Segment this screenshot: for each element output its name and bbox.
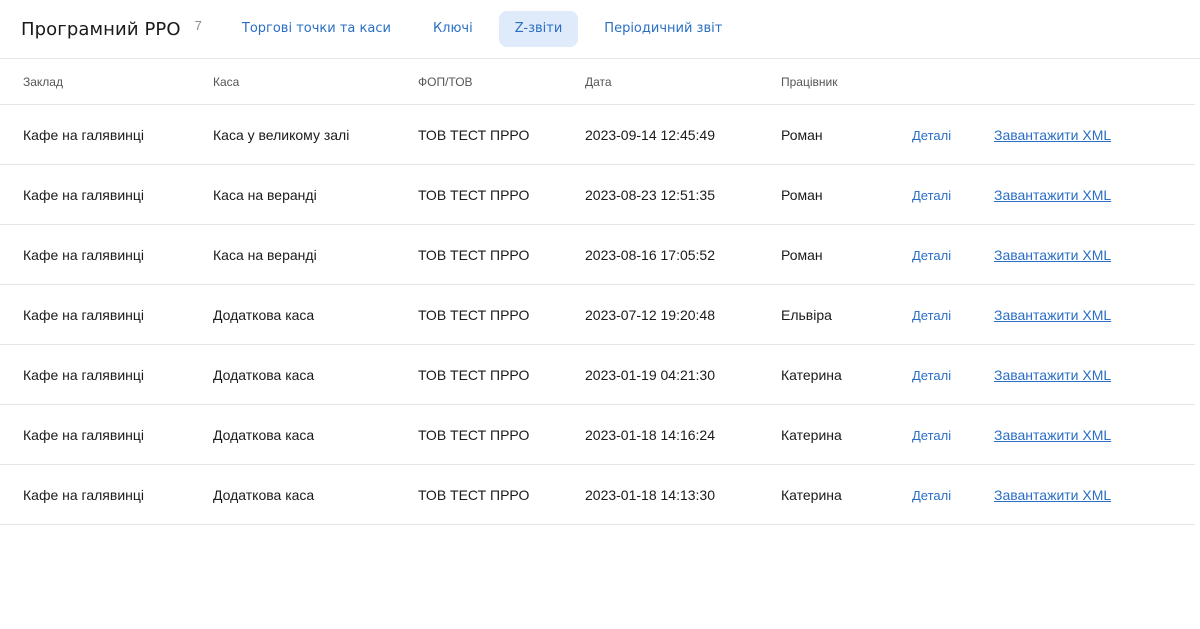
cell-employee: Роман — [781, 164, 912, 225]
reports-count: 7 — [194, 17, 202, 33]
details-link[interactable]: Деталі — [912, 128, 951, 143]
column-header-register: Каса — [213, 59, 418, 105]
cell-venue: Кафе на галявинці — [0, 344, 213, 405]
cell-employee: Ельвіра — [781, 284, 912, 345]
cell-register: Каса на веранді — [213, 224, 418, 285]
column-header-employee: Працівник — [781, 59, 912, 105]
cell-download: Завантажити XML — [994, 404, 1195, 465]
table-row: Кафе на галявинці Додаткова каса ТОВ ТЕСТ … — [0, 284, 1195, 345]
cell-date: 2023-01-18 14:16:24 — [585, 404, 781, 465]
tab-z-reports[interactable]: Z-звіти — [498, 11, 579, 47]
cell-entity: ТОВ ТЕСТ ПРРО — [418, 284, 585, 345]
cell-entity: ТОВ ТЕСТ ПРРО — [418, 164, 585, 225]
cell-venue: Кафе на галявинці — [0, 104, 213, 165]
cell-details: Деталі — [912, 464, 994, 525]
cell-date: 2023-09-14 12:45:49 — [585, 104, 781, 165]
cell-employee: Роман — [781, 104, 912, 165]
cell-venue: Кафе на галявинці — [0, 404, 213, 465]
cell-details: Деталі — [912, 404, 994, 465]
cell-venue: Кафе на галявинці — [0, 224, 213, 285]
details-link[interactable]: Деталі — [912, 488, 951, 503]
cell-entity: ТОВ ТЕСТ ПРРО — [418, 404, 585, 465]
column-header-venue: Заклад — [0, 59, 213, 105]
cell-details: Деталі — [912, 344, 994, 405]
cell-download: Завантажити XML — [994, 164, 1195, 225]
cell-register: Каса у великому залі — [213, 104, 418, 165]
download-xml-link[interactable]: Завантажити XML — [994, 247, 1111, 263]
cell-venue: Кафе на галявинці — [0, 164, 213, 225]
download-xml-link[interactable]: Завантажити XML — [994, 127, 1111, 143]
details-link[interactable]: Деталі — [912, 428, 951, 443]
cell-details: Деталі — [912, 164, 994, 225]
cell-details: Деталі — [912, 284, 994, 345]
column-header-date: Дата — [585, 59, 781, 105]
tab-periodic-report[interactable]: Періодичний звіт — [588, 11, 738, 47]
download-xml-link[interactable]: Завантажити XML — [994, 487, 1111, 503]
cell-date: 2023-08-23 12:51:35 — [585, 164, 781, 225]
cell-date: 2023-07-12 19:20:48 — [585, 284, 781, 345]
cell-employee: Катерина — [781, 404, 912, 465]
cell-employee: Катерина — [781, 344, 912, 405]
cell-register: Додаткова каса — [213, 404, 418, 465]
column-header-details — [912, 59, 994, 105]
details-link[interactable]: Деталі — [912, 368, 951, 383]
tab-keys[interactable]: Ключі — [417, 11, 489, 47]
table-row: Кафе на галявинці Додаткова каса ТОВ ТЕСТ … — [0, 464, 1195, 525]
table-row: Кафе на галявинці Каса на веранді ТОВ ТЕСТ… — [0, 164, 1195, 225]
cell-details: Деталі — [912, 224, 994, 285]
details-link[interactable]: Деталі — [912, 308, 951, 323]
cell-employee: Катерина — [781, 464, 912, 525]
tab-bar: Торгові точки та каси Ключі Z-звіти Пері… — [242, 11, 748, 47]
column-header-entity: ФОП/ТОВ — [418, 59, 585, 105]
cell-download: Завантажити XML — [994, 224, 1195, 285]
details-link[interactable]: Деталі — [912, 188, 951, 203]
page-header: Програмний РРО 7 Торгові точки та каси К… — [0, 0, 1200, 59]
table-row: Кафе на галявинці Додаткова каса ТОВ ТЕСТ … — [0, 404, 1195, 465]
table-row: Кафе на галявинці Каса у великому залі ТОВ… — [0, 104, 1195, 165]
cell-entity: ТОВ ТЕСТ ПРРО — [418, 344, 585, 405]
tab-points-and-registers[interactable]: Торгові точки та каси — [242, 11, 407, 47]
cell-download: Завантажити XML — [994, 344, 1195, 405]
z-reports-table: Заклад Каса ФОП/ТОВ Дата Працівник Кафе … — [0, 59, 1195, 525]
cell-download: Завантажити XML — [994, 464, 1195, 525]
cell-register: Додаткова каса — [213, 344, 418, 405]
cell-date: 2023-01-18 14:13:30 — [585, 464, 781, 525]
cell-entity: ТОВ ТЕСТ ПРРО — [418, 464, 585, 525]
table-row: Кафе на галявинці Додаткова каса ТОВ ТЕСТ … — [0, 344, 1195, 405]
download-xml-link[interactable]: Завантажити XML — [994, 187, 1111, 203]
cell-venue: Кафе на галявинці — [0, 464, 213, 525]
cell-download: Завантажити XML — [994, 104, 1195, 165]
table-header-row: Заклад Каса ФОП/ТОВ Дата Працівник — [0, 59, 1195, 105]
cell-details: Деталі — [912, 104, 994, 165]
cell-date: 2023-08-16 17:05:52 — [585, 224, 781, 285]
download-xml-link[interactable]: Завантажити XML — [994, 307, 1111, 323]
column-header-download — [994, 59, 1195, 105]
details-link[interactable]: Деталі — [912, 248, 951, 263]
cell-venue: Кафе на галявинці — [0, 284, 213, 345]
cell-register: Додаткова каса — [213, 284, 418, 345]
cell-entity: ТОВ ТЕСТ ПРРО — [418, 224, 585, 285]
cell-entity: ТОВ ТЕСТ ПРРО — [418, 104, 585, 165]
download-xml-link[interactable]: Завантажити XML — [994, 427, 1111, 443]
cell-download: Завантажити XML — [994, 284, 1195, 345]
cell-employee: Роман — [781, 224, 912, 285]
page-title: Програмний РРО — [21, 18, 181, 40]
cell-date: 2023-01-19 04:21:30 — [585, 344, 781, 405]
table-row: Кафе на галявинці Каса на веранді ТОВ ТЕСТ… — [0, 224, 1195, 285]
cell-register: Каса на веранді — [213, 164, 418, 225]
download-xml-link[interactable]: Завантажити XML — [994, 367, 1111, 383]
cell-register: Додаткова каса — [213, 464, 418, 525]
